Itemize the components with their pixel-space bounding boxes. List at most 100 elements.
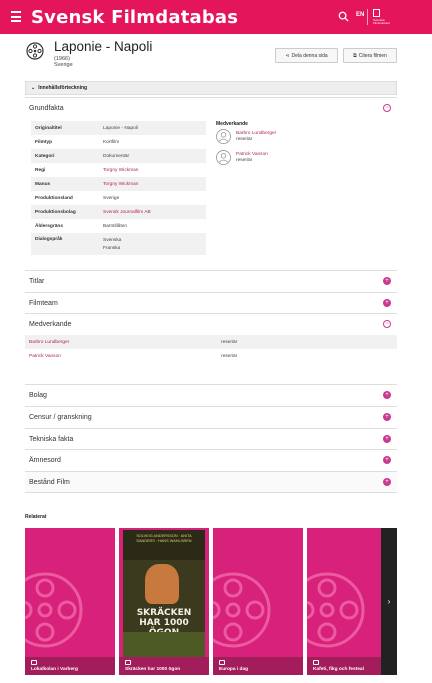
fact-link[interactable]: Torgny Wickman — [103, 168, 206, 173]
person-link[interactable]: Barbro Lundberger — [25, 340, 221, 345]
section-titlar[interactable]: Titlar + — [25, 270, 397, 292]
sfi-logo[interactable]: Svenska Filminstitutet — [373, 9, 401, 25]
person-role: reseriär — [221, 353, 238, 359]
card-title[interactable]: Lokalkolan i Varberg — [31, 667, 78, 672]
section-grundfakta[interactable]: Grundfakta − — [25, 97, 397, 119]
share-button[interactable]: ⋖ Dela denna sida — [275, 48, 338, 63]
toc-label: Innehållsförteckning — [38, 85, 88, 91]
fact-label: Originaltitel — [35, 125, 62, 131]
section-label: Filmteam — [29, 300, 58, 307]
section-bestand-film[interactable]: Bestånd Film + — [25, 471, 397, 493]
film-reel-icon — [213, 572, 271, 648]
film-icon — [313, 660, 319, 665]
card-title[interactable]: Skräcken har 1000 ögon — [125, 667, 180, 672]
table-row: Produktionsbolag Svensk Journalfilm AB — [31, 205, 206, 219]
fact-value: Kortfilm — [103, 139, 120, 145]
language-value: Svenska — [103, 238, 122, 243]
cast-heading: Medverkande — [216, 121, 248, 127]
search-icon[interactable] — [338, 11, 349, 22]
collapse-icon[interactable]: − — [383, 104, 391, 112]
header-divider — [367, 9, 368, 25]
collapse-icon[interactable]: − — [383, 320, 391, 328]
section-filmteam[interactable]: Filmteam + — [25, 292, 397, 314]
card-title[interactable]: Kafeti, fikg och festeal — [313, 667, 364, 672]
poster-credits: SOLVEIG ANDERSSON · ANITA SANDERS · HANS… — [136, 534, 192, 543]
poster-image: SOLVEIG ANDERSSON · ANITA SANDERS · HANS… — [123, 530, 205, 658]
share-icon: ⋖ — [285, 52, 290, 59]
carousel-next-button[interactable]: › — [381, 528, 397, 675]
film-reel-icon — [25, 572, 83, 648]
fact-label: Kategori — [35, 153, 55, 159]
cite-label: Citera filmen — [358, 52, 387, 59]
expand-icon[interactable]: + — [383, 413, 391, 421]
expand-icon[interactable]: + — [383, 435, 391, 443]
section-label: Censur / granskning — [29, 414, 92, 421]
logo-mark-icon — [373, 9, 380, 17]
table-row: Kategori Dokumentär — [31, 149, 206, 163]
section-label: Bestånd Film — [29, 478, 70, 486]
fact-table: Originaltitel Laponie - Napoli Filmtyp K… — [31, 121, 206, 255]
section-label: Ämnesord — [29, 457, 61, 464]
fact-link[interactable]: Torgny Wickman — [103, 182, 206, 187]
related-card[interactable]: Lokalkolan i Varberg — [25, 528, 115, 675]
section-label: Grundfakta — [29, 105, 64, 112]
external-link-icon: ⧉ — [353, 52, 357, 59]
fact-label: Dialogspråk — [35, 237, 63, 242]
fact-label: Produktionsbolag — [35, 209, 76, 215]
cast-item[interactable]: Barbro Lundberger reseriär — [216, 129, 336, 145]
cast-item[interactable]: Patrick Vanson reseriär — [216, 150, 336, 166]
fact-value: Dokumentär — [103, 153, 130, 159]
cite-button[interactable]: ⧉ Citera filmen — [343, 48, 397, 63]
top-bar: Svensk Filmdatabas EN Svenska Filminstit… — [0, 0, 432, 34]
table-row: Originaltitel Laponie - Napoli — [31, 121, 206, 135]
film-icon — [219, 660, 225, 665]
related-card[interactable]: Europa i dag — [213, 528, 303, 675]
expand-icon[interactable]: + — [383, 391, 391, 399]
cast-role: reseriär — [236, 137, 253, 142]
table-of-contents-toggle[interactable]: ⌄ Innehållsförteckning — [25, 81, 397, 95]
language-switch[interactable]: EN — [356, 12, 364, 18]
section-tekniska-fakta[interactable]: Tekniska fakta + — [25, 428, 397, 450]
table-row: Dialogspråk Svenska Franska — [31, 233, 206, 255]
fact-value: Laponie - Napoli — [103, 125, 138, 131]
expand-icon[interactable]: + — [383, 478, 391, 486]
section-bolag[interactable]: Bolag + — [25, 384, 397, 406]
cast-name[interactable]: Patrick Vanson — [236, 152, 268, 157]
table-row: Regi Torgny Wickman — [31, 163, 206, 177]
medverkande-table: Barbro Lundberger reseriär Patrick Vanso… — [25, 335, 397, 363]
poster-figure — [145, 564, 179, 604]
card-caption: Lokalkolan i Varberg — [25, 657, 115, 675]
section-medverkande[interactable]: Medverkande − — [25, 313, 397, 335]
film-reel-icon — [307, 572, 365, 648]
section-censur[interactable]: Censur / granskning + — [25, 406, 397, 428]
section-label: Tekniska fakta — [29, 436, 74, 443]
section-label: Bolag — [29, 392, 47, 399]
table-row: Åldersgräns Barntillåten — [31, 219, 206, 233]
avatar-icon — [216, 150, 231, 165]
fact-label: Filmtyp — [35, 139, 53, 145]
film-icon — [31, 660, 37, 665]
expand-icon[interactable]: + — [383, 299, 391, 307]
fact-label: Manus — [35, 181, 51, 187]
related-card[interactable]: SOLVEIG ANDERSSON · ANITA SANDERS · HANS… — [119, 528, 209, 675]
menu-icon[interactable] — [11, 11, 21, 22]
card-title[interactable]: Europa i dag — [219, 667, 248, 672]
section-amnesord[interactable]: Ämnesord + — [25, 449, 397, 471]
person-role: reseriär — [221, 339, 238, 345]
expand-icon[interactable]: + — [383, 456, 391, 464]
cast-name[interactable]: Barbro Lundberger — [236, 131, 276, 136]
person-link[interactable]: Patrick Vanson — [25, 354, 221, 359]
card-caption: Skräcken har 1000 ögon — [119, 657, 209, 675]
cast-role: reseriär — [236, 158, 253, 163]
fact-value: Svenska Franska — [103, 237, 206, 253]
film-reel-icon — [26, 42, 44, 60]
fact-value: Barntillåten — [103, 223, 127, 229]
section-label: Titlar — [29, 278, 45, 285]
table-row: Barbro Lundberger reseriär — [25, 335, 397, 349]
related-card[interactable]: Kafeti, fikg och festeal — [307, 528, 381, 675]
logo-text: Svenska Filminstitutet — [373, 18, 390, 25]
fact-link[interactable]: Svensk Journalfilm AB — [103, 210, 206, 215]
site-title[interactable]: Svensk Filmdatabas — [31, 7, 238, 28]
fact-label: Åldersgräns — [35, 223, 63, 229]
expand-icon[interactable]: + — [383, 277, 391, 285]
